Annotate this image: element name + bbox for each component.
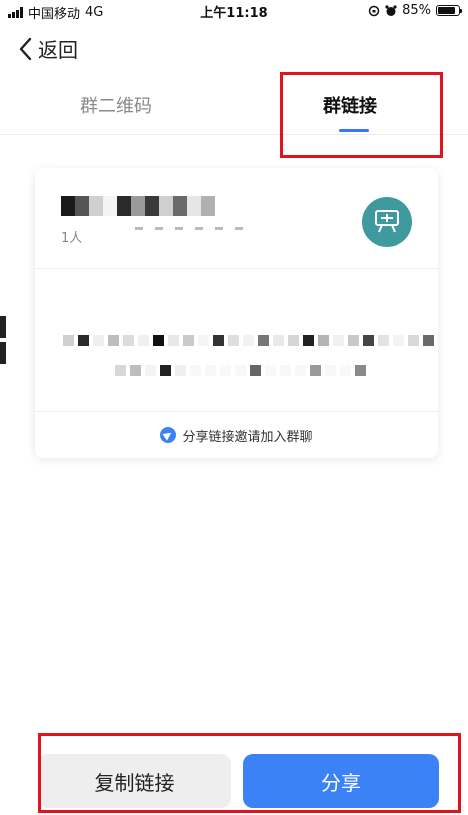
back-button[interactable]: 返回 (18, 34, 78, 63)
share-hint: 分享链接邀请加入群聊 (35, 412, 438, 458)
link-line-redacted-2 (115, 365, 366, 376)
redacted-marks (135, 227, 243, 230)
member-count: 1人 (61, 231, 83, 246)
battery-level (438, 7, 455, 14)
tab-bar: 群二维码 群链接 (0, 82, 468, 135)
status-bar: 中国移动 4G 上午11:18 85% (0, 0, 468, 22)
copy-link-button[interactable]: 复制链接 (38, 754, 231, 808)
group-avatar (362, 197, 412, 247)
chevron-left-icon (19, 37, 32, 60)
group-link-card: 1人 分享链接邀请加入群聊 (35, 168, 438, 458)
battery-icon (436, 5, 462, 16)
group-chat-icon (375, 210, 399, 233)
group-name-redacted (61, 196, 215, 216)
back-label: 返回 (38, 38, 78, 62)
battery-percent: 85% (402, 3, 431, 18)
group-info: 1人 (35, 168, 438, 269)
active-tab-indicator (339, 129, 369, 132)
tab-group-link[interactable]: 群链接 (323, 92, 377, 118)
rotation-lock-icon (368, 5, 380, 16)
tab-group-qrcode[interactable]: 群二维码 (80, 92, 152, 118)
link-line-redacted (63, 335, 438, 346)
alarm-icon (385, 4, 397, 16)
send-icon (160, 427, 177, 443)
edge-artifact (0, 316, 6, 368)
status-right: 85% (368, 3, 462, 18)
group-link-redacted (35, 269, 438, 412)
share-hint-text: 分享链接邀请加入群聊 (182, 429, 313, 445)
share-button[interactable]: 分享 (243, 754, 439, 808)
